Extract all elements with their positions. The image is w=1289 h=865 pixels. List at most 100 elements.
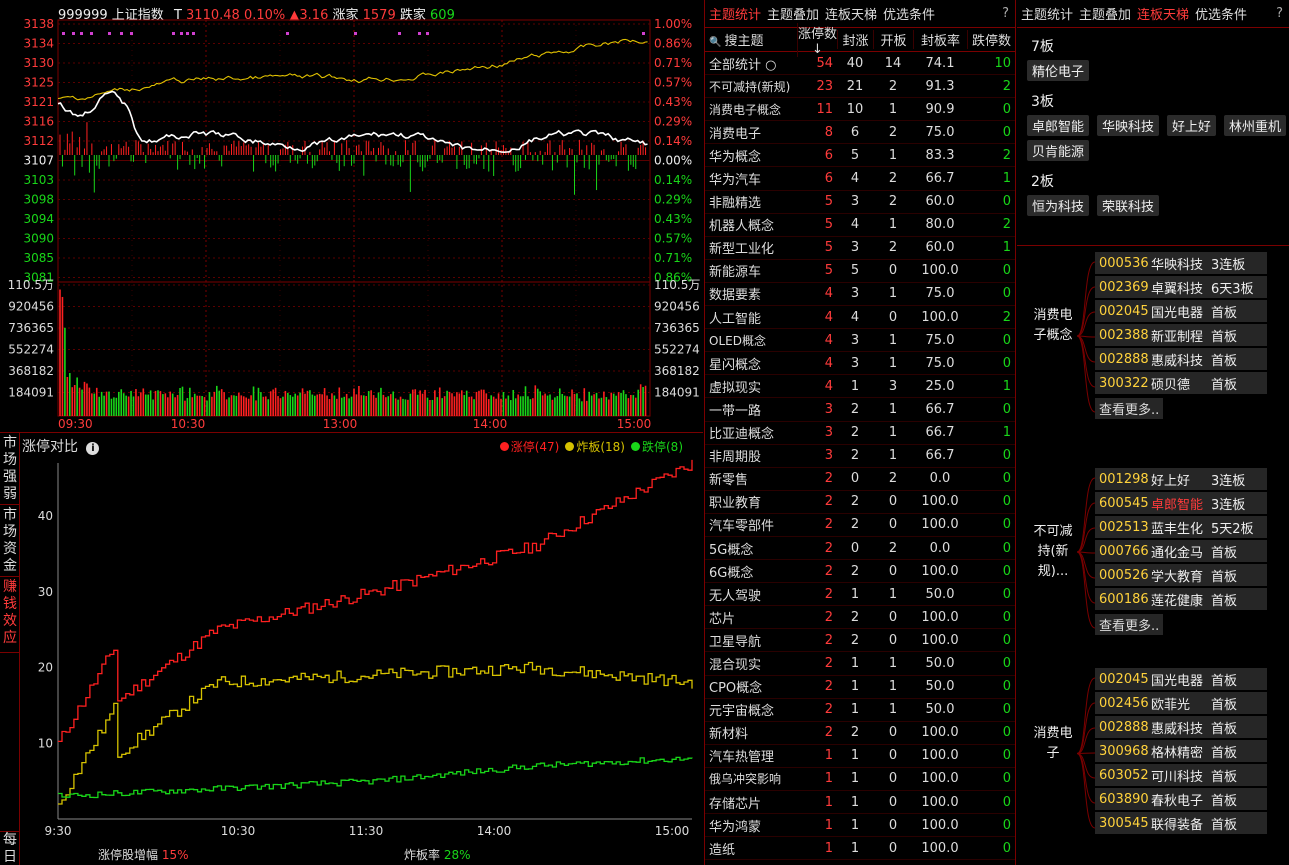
col-header-5[interactable]: 跌停数 bbox=[967, 30, 1015, 49]
theme-row[interactable]: 华为概念 6 5 1 83.3 2 bbox=[705, 144, 1015, 168]
ladder-stock[interactable]: 300322 硕贝德 首板 bbox=[1095, 372, 1267, 394]
view-more-button[interactable]: 查看更多.. bbox=[1095, 614, 1164, 635]
ladder-stock[interactable]: 002888 惠威科技 首板 bbox=[1095, 348, 1267, 370]
board-stock-chip[interactable]: 卓郎智能 bbox=[1027, 115, 1090, 136]
board-stock-chip[interactable]: 恒为科技 bbox=[1027, 195, 1090, 216]
side-button-1[interactable]: 市场资金 bbox=[0, 505, 20, 577]
ladder-stock[interactable]: 002513 蓝丰生化 5天2板 bbox=[1095, 516, 1267, 538]
theme-cell-2: 1 bbox=[850, 840, 860, 856]
theme-row[interactable]: 无人驾驶 2 1 1 50.0 0 bbox=[705, 583, 1015, 607]
right-tab-0[interactable]: 主题统计 bbox=[1021, 4, 1073, 23]
theme-cell-2: 2 bbox=[850, 517, 860, 533]
side-button-0[interactable]: 市场强弱 bbox=[0, 433, 20, 505]
daily-button[interactable]: 每日 bbox=[0, 831, 20, 865]
theme-row[interactable]: 新零售 2 0 2 0.0 0 bbox=[705, 468, 1015, 491]
theme-row[interactable]: 元宇宙概念 2 1 1 50.0 0 bbox=[705, 699, 1015, 722]
ladder-stock[interactable]: 603890 春秋电子 首板 bbox=[1095, 788, 1267, 810]
col-header-1[interactable]: 涨停数↓ bbox=[797, 22, 837, 57]
view-more-button[interactable]: 查看更多.. bbox=[1095, 398, 1164, 419]
theme-row[interactable]: CPO概念 2 1 1 50.0 0 bbox=[705, 676, 1015, 699]
theme-cell-2: 2 bbox=[850, 632, 860, 648]
theme-row[interactable]: 非融精选 5 3 2 60.0 0 bbox=[705, 191, 1015, 214]
right-tab-1[interactable]: 主题叠加 bbox=[1079, 4, 1131, 23]
ladder-stock[interactable]: 000526 学大教育 首板 bbox=[1095, 564, 1267, 586]
theme-cell-0: 俄乌冲突影响 bbox=[709, 772, 782, 787]
volume-tick-left: 920456 bbox=[8, 300, 54, 314]
theme-cell-4: 100.0 bbox=[921, 494, 959, 510]
theme-search[interactable]: 🔍 搜主题 bbox=[705, 30, 797, 49]
price-tick-left: 3130 bbox=[23, 56, 54, 70]
theme-row[interactable]: 汽车热管理 1 1 0 100.0 0 bbox=[705, 745, 1015, 768]
right-tab-2[interactable]: 连板天梯 bbox=[1137, 4, 1189, 23]
theme-row[interactable]: 新材料 2 2 0 100.0 0 bbox=[705, 722, 1015, 745]
theme-row[interactable]: 全部统计 ○ 54 40 14 74.1 10 bbox=[705, 52, 1015, 76]
col-header-2[interactable]: 封涨 bbox=[837, 30, 873, 49]
ladder-stock[interactable]: 300968 格林精密 首板 bbox=[1095, 740, 1267, 762]
ladder-stock[interactable]: 002888 惠威科技 首板 bbox=[1095, 716, 1267, 738]
ladder-stock[interactable]: 002388 新亚制程 首板 bbox=[1095, 324, 1267, 346]
theme-row[interactable]: 不可减持(新规) 23 21 2 91.3 2 bbox=[705, 75, 1015, 99]
theme-row[interactable]: 消费电子概念 11 10 1 90.9 0 bbox=[705, 98, 1015, 122]
theme-row[interactable]: 一带一路 3 2 1 66.7 0 bbox=[705, 398, 1015, 422]
theme-row[interactable]: OLED概念 4 3 1 75.0 0 bbox=[705, 329, 1015, 353]
theme-row[interactable]: 华为汽车 6 4 2 66.7 1 bbox=[705, 167, 1015, 191]
col-header-4[interactable]: 封板率 bbox=[913, 30, 967, 49]
ladder-stock[interactable]: 002045 国光电器 首板 bbox=[1095, 300, 1267, 322]
theme-cell-2: 1 bbox=[850, 771, 860, 787]
mid-tab-2[interactable]: 连板天梯 bbox=[825, 4, 877, 23]
theme-row[interactable]: 虚拟现实 4 1 3 25.0 1 bbox=[705, 375, 1015, 399]
board-stock-chip[interactable]: 好上好 bbox=[1167, 115, 1217, 136]
ladder-stock[interactable]: 600545 卓郎智能 3连板 bbox=[1095, 492, 1267, 514]
board-stock-chip[interactable]: 荣联科技 bbox=[1097, 195, 1160, 216]
theme-row[interactable]: 5G概念 2 0 2 0.0 0 bbox=[705, 537, 1015, 561]
ladder-stock[interactable]: 001298 好上好 3连板 bbox=[1095, 468, 1267, 490]
theme-row[interactable]: 存储芯片 1 1 0 100.0 0 bbox=[705, 791, 1015, 815]
theme-row[interactable]: 新能源车 5 5 0 100.0 0 bbox=[705, 260, 1015, 283]
legend-label: 涨停(47) bbox=[510, 440, 560, 454]
mid-tab-3[interactable]: 优选条件 bbox=[883, 4, 935, 23]
theme-row[interactable]: 芯片 2 2 0 100.0 0 bbox=[705, 606, 1015, 630]
mid-tab-0[interactable]: 主题统计 bbox=[709, 4, 761, 23]
theme-cell-4: 91.3 bbox=[925, 78, 955, 94]
mid-tab-1[interactable]: 主题叠加 bbox=[767, 4, 819, 23]
board-stock-chip[interactable]: 华映科技 bbox=[1097, 115, 1160, 136]
theme-cell-2: 2 bbox=[850, 401, 860, 417]
help-icon[interactable]: ? bbox=[1276, 6, 1283, 21]
theme-row[interactable]: 星闪概念 4 3 1 75.0 0 bbox=[705, 352, 1015, 376]
theme-row[interactable]: 职业教育 2 2 0 100.0 0 bbox=[705, 491, 1015, 514]
theme-row[interactable]: 消费电子 8 6 2 75.0 0 bbox=[705, 121, 1015, 145]
col-header-3[interactable]: 开板 bbox=[873, 30, 913, 49]
theme-row[interactable]: 卫星导航 2 2 0 100.0 0 bbox=[705, 629, 1015, 653]
ladder-stock[interactable]: 600186 莲花健康 首板 bbox=[1095, 588, 1267, 610]
theme-row[interactable]: 数据要素 4 3 1 75.0 0 bbox=[705, 283, 1015, 307]
theme-row[interactable]: 造纸 1 1 0 100.0 0 bbox=[705, 837, 1015, 861]
theme-row[interactable]: 比亚迪概念 3 2 1 66.7 1 bbox=[705, 422, 1015, 445]
ladder-stock[interactable]: 002456 欧菲光 首板 bbox=[1095, 692, 1267, 714]
ladder-stock[interactable]: 002369 卓翼科技 6天3板 bbox=[1095, 276, 1267, 298]
right-tab-3[interactable]: 优选条件 bbox=[1195, 4, 1247, 23]
theme-cell-1: 4 bbox=[824, 355, 833, 371]
ladder-stock[interactable]: 002045 国光电器 首板 bbox=[1095, 668, 1267, 690]
board-stock-chip[interactable]: 林州重机 bbox=[1224, 115, 1287, 136]
theme-cell-4: 100.0 bbox=[921, 771, 959, 787]
board-stock-chip[interactable]: 精伦电子 bbox=[1027, 60, 1090, 81]
board-stock-chip[interactable]: 贝肯能源 bbox=[1027, 140, 1090, 161]
theme-row[interactable]: 6G概念 2 2 0 100.0 0 bbox=[705, 560, 1015, 584]
theme-row[interactable]: 汽车零部件 2 2 0 100.0 0 bbox=[705, 514, 1015, 537]
help-icon[interactable]: ? bbox=[1002, 6, 1009, 21]
volume-tick-left: 110.5万 bbox=[8, 278, 54, 292]
theme-row[interactable]: 新型工业化 5 3 2 60.0 1 bbox=[705, 237, 1015, 260]
ladder-stock[interactable]: 603052 可川科技 首板 bbox=[1095, 764, 1267, 786]
theme-row[interactable]: 非周期股 3 2 1 66.7 0 bbox=[705, 445, 1015, 468]
ladder-stock[interactable]: 000536 华映科技 3连板 bbox=[1095, 252, 1267, 274]
ladder-stock[interactable]: 300545 联得装备 首板 bbox=[1095, 812, 1267, 834]
theme-row[interactable]: 华为鸿蒙 1 1 0 100.0 0 bbox=[705, 814, 1015, 838]
theme-row[interactable]: 机器人概念 5 4 1 80.0 2 bbox=[705, 214, 1015, 237]
theme-row[interactable]: 混合现实 2 1 1 50.0 0 bbox=[705, 652, 1015, 676]
theme-row[interactable]: 俄乌冲突影响 1 1 0 100.0 0 bbox=[705, 768, 1015, 791]
theme-cell-1: 1 bbox=[824, 794, 833, 810]
side-button-2[interactable]: 赚钱效应 bbox=[0, 577, 20, 653]
ladder-stock[interactable]: 000766 通化金马 首板 bbox=[1095, 540, 1267, 562]
intraday-chart-panel[interactable]: 999999 上证指数 T 3110.48 0.10% ▲3.16 涨家 157… bbox=[0, 0, 703, 432]
theme-row[interactable]: 人工智能 4 4 0 100.0 2 bbox=[705, 306, 1015, 330]
